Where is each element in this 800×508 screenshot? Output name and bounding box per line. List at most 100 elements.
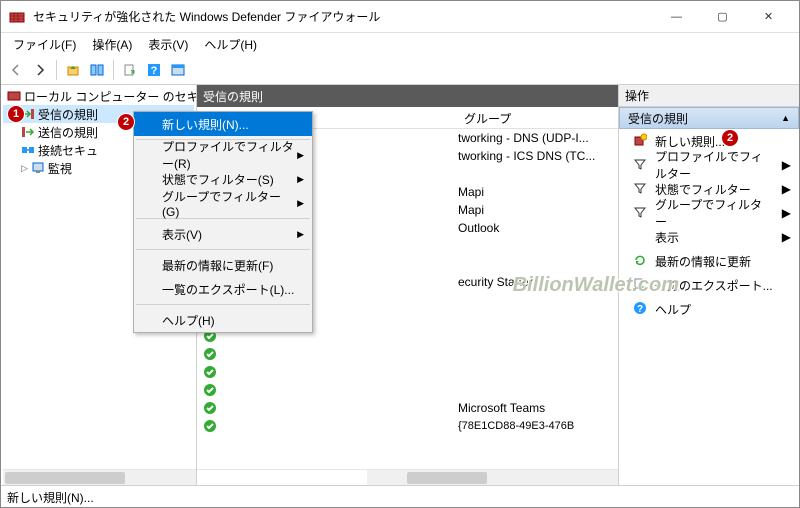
action-refresh-label: 最新の情報に更新 <box>655 253 751 270</box>
action-export[interactable]: 一覧のエクスポート... <box>619 273 799 297</box>
menu-help[interactable]: ヘルプ(H) <box>196 34 265 55</box>
center-header: 受信の規則 <box>197 85 618 107</box>
svg-text:?: ? <box>637 304 643 315</box>
list-item-guid: {78E1CD88-49E3-476B <box>458 420 618 432</box>
svg-text:?: ? <box>151 65 158 77</box>
actions-panel: 操作 受信の規則 ▲ 新しい規則... プロファイルでフィルター ▶ 状態でフィ… <box>619 85 799 485</box>
export-button[interactable] <box>119 59 141 81</box>
allow-icon <box>203 419 217 433</box>
tree-inbound-label: 受信の規則 <box>38 106 98 123</box>
menu-action[interactable]: 操作(A) <box>84 34 140 55</box>
tree-outbound-label: 送信の規則 <box>38 124 98 141</box>
annotation-badge-1: 1 <box>7 105 25 123</box>
tree-hscroll[interactable] <box>3 469 196 485</box>
toolbar: ? <box>1 55 799 85</box>
list-item[interactable]: {78E1CD88-49E3-476B <box>197 417 618 435</box>
action-filter-group[interactable]: グループでフィルター ▶ <box>619 201 799 225</box>
action-view-label: 表示 <box>655 229 679 246</box>
ctx-export[interactable]: 一覧のエクスポート(L)... <box>134 277 312 301</box>
ctx-filter-profile[interactable]: プロファイルでフィルター(R)▶ <box>134 143 312 167</box>
export-icon <box>633 277 647 294</box>
filter-icon <box>633 205 647 222</box>
title-bar: セキュリティが強化された Windows Defender ファイアウォール ―… <box>1 1 799 33</box>
ctx-filter-group-label: グループでフィルター(G) <box>162 188 297 219</box>
ctx-filter-state-label: 状態でフィルター(S) <box>162 171 274 188</box>
allow-icon <box>203 383 217 397</box>
list-item[interactable] <box>197 381 618 399</box>
action-export-label: 一覧のエクスポート... <box>655 277 773 294</box>
list-item-group: tworking - ICS DNS (TC... <box>458 149 618 163</box>
action-help-label: ヘルプ <box>655 301 691 318</box>
ctx-filter-group[interactable]: グループでフィルター(G)▶ <box>134 191 312 215</box>
status-bar: 新しい規則(N)... <box>1 485 799 507</box>
filter-icon <box>633 157 647 174</box>
list-item-group: ecurity Starter <box>458 275 618 289</box>
list-item-group: Microsoft Teams <box>458 401 618 415</box>
minimize-button[interactable]: ― <box>654 2 699 32</box>
ctx-help[interactable]: ヘルプ(H) <box>134 308 312 332</box>
action-new-rule-label: 新しい規則... <box>655 133 725 150</box>
action-filter-state-label: 状態でフィルター <box>655 181 751 198</box>
expand-icon[interactable]: ▷ <box>21 163 28 174</box>
context-menu: 新しい規則(N)... プロファイルでフィルター(R)▶ 状態でフィルター(S)… <box>133 111 313 333</box>
menu-file[interactable]: ファイル(F) <box>5 34 84 55</box>
actions-section-label: 受信の規則 <box>628 110 688 127</box>
allow-icon <box>203 365 217 379</box>
help-button[interactable]: ? <box>143 59 165 81</box>
action-view[interactable]: 表示 ▶ <box>619 225 799 249</box>
allow-icon <box>203 401 217 415</box>
ctx-export-label: 一覧のエクスポート(L)... <box>162 281 294 298</box>
submenu-arrow-icon: ▶ <box>297 150 304 161</box>
ctx-view[interactable]: 表示(V) ▶ <box>134 222 312 246</box>
annotation-badge-2a: 2 <box>117 113 135 131</box>
tree-connsec-label: 接続セキュ <box>38 142 98 159</box>
window-title: セキュリティが強化された Windows Defender ファイアウォール <box>33 8 654 25</box>
firewall-icon <box>7 89 21 103</box>
up-button[interactable] <box>62 59 84 81</box>
collapse-icon[interactable]: ▲ <box>781 113 790 123</box>
submenu-arrow-icon: ▶ <box>297 229 304 240</box>
ctx-view-label: 表示(V) <box>162 226 202 243</box>
list-item[interactable]: Microsoft Teams <box>197 399 618 417</box>
filter-icon <box>633 181 647 198</box>
list-item-group: Mapi <box>458 203 618 217</box>
show-hide-button[interactable] <box>86 59 108 81</box>
list-item[interactable] <box>197 363 618 381</box>
col-group[interactable]: グループ <box>458 107 618 128</box>
back-button[interactable] <box>5 59 27 81</box>
action-help[interactable]: ? ヘルプ <box>619 297 799 321</box>
center-hscroll[interactable] <box>197 469 618 485</box>
tree-monitor-label: 監視 <box>48 160 72 177</box>
ctx-refresh[interactable]: 最新の情報に更新(F) <box>134 253 312 277</box>
monitor-icon <box>31 161 45 175</box>
tree-root[interactable]: ローカル コンピューター のセキュリティ <box>3 87 194 105</box>
outbound-icon <box>21 125 35 139</box>
menu-view[interactable]: 表示(V) <box>140 34 196 55</box>
menu-bar: ファイル(F) 操作(A) 表示(V) ヘルプ(H) <box>1 33 799 55</box>
action-refresh[interactable]: 最新の情報に更新 <box>619 249 799 273</box>
submenu-arrow-icon: ▶ <box>782 182 791 196</box>
actions-header: 操作 <box>619 85 799 107</box>
properties-button[interactable] <box>167 59 189 81</box>
refresh-icon <box>633 253 647 270</box>
tree-root-label: ローカル コンピューター のセキュリティ <box>24 88 196 105</box>
submenu-arrow-icon: ▶ <box>782 158 791 172</box>
list-item[interactable] <box>197 345 618 363</box>
actions-section[interactable]: 受信の規則 ▲ <box>619 107 799 129</box>
close-button[interactable]: ✕ <box>746 2 791 32</box>
list-item-group: tworking - DNS (UDP-I... <box>458 131 618 145</box>
list-item-group: Mapi <box>458 185 618 199</box>
connsec-icon <box>21 143 35 157</box>
ctx-new-rule[interactable]: 新しい規則(N)... <box>134 112 312 136</box>
ctx-refresh-label: 最新の情報に更新(F) <box>162 257 273 274</box>
new-rule-icon <box>633 133 647 150</box>
maximize-button[interactable]: ▢ <box>700 2 745 32</box>
main-content: ローカル コンピューター のセキュリティ 受信の規則 送信の規則 接続セキュ ▷… <box>1 85 799 485</box>
forward-button[interactable] <box>29 59 51 81</box>
list-item-group: Outlook <box>458 221 618 235</box>
action-filter-profile[interactable]: プロファイルでフィルター ▶ <box>619 153 799 177</box>
submenu-arrow-icon: ▶ <box>297 198 304 209</box>
submenu-arrow-icon: ▶ <box>297 174 304 185</box>
annotation-badge-2b: 2 <box>721 129 739 147</box>
status-text: 新しい規則(N)... <box>7 491 94 505</box>
